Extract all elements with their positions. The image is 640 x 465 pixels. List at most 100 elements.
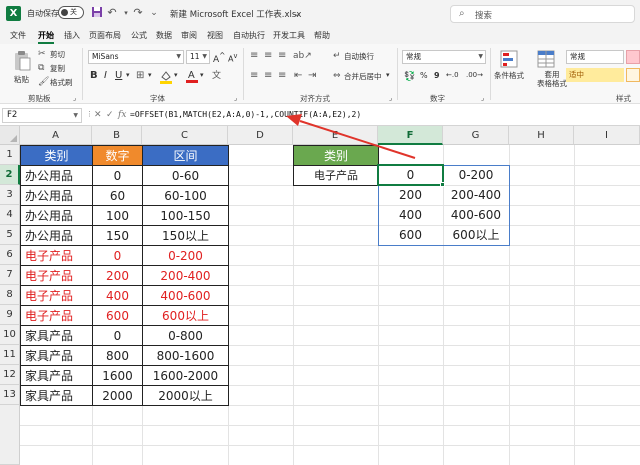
increase-font-icon[interactable]: A^ [213,51,225,65]
tab-home[interactable]: 开始 [38,30,54,44]
borders-icon[interactable]: ⊞ [136,70,144,82]
row-header[interactable]: 7 [0,265,20,285]
font-color-icon[interactable]: A [186,68,198,84]
font-name-select[interactable]: MiSans ▼ [88,50,184,64]
category-cell[interactable]: 办公用品 [20,185,93,206]
number-cell[interactable]: 200 [92,265,143,286]
row-header[interactable]: 3 [0,185,20,205]
category-cell[interactable]: 电子产品 [20,265,93,286]
align-bottom-icon[interactable]: ≡ [278,50,286,62]
number-cell[interactable]: 100 [92,205,143,226]
merge-center-icon[interactable]: ⇔ [333,70,341,82]
search-input[interactable]: ⌕ 搜索 [450,5,635,23]
number-cell[interactable]: 600 [92,305,143,326]
bold-icon[interactable]: B [90,70,98,81]
range-cell[interactable]: 800-1600 [142,345,229,366]
copy-icon[interactable]: ⧉ [38,62,44,74]
table-format-icon[interactable] [537,50,555,68]
alignment-launcher-icon[interactable]: ⌟ [389,92,392,104]
name-box[interactable]: F2 ▼ [2,108,82,123]
font-size-select[interactable]: 11 ▼ [186,50,210,64]
row-header[interactable]: 6 [0,245,20,265]
orientation-icon[interactable]: ab↗ [293,50,312,62]
currency-icon[interactable]: 💱 [404,71,415,83]
borders-dropdown-icon[interactable]: ▾ [148,71,152,79]
comma-style-icon[interactable]: 9 [434,71,440,80]
enter-icon[interactable]: ✓ [106,110,114,120]
align-right-icon[interactable]: ≡ [278,70,286,82]
font-color-dropdown-icon[interactable]: ▾ [200,71,204,79]
cut-button[interactable]: 剪切 [50,49,65,60]
row-header[interactable]: 4 [0,205,20,225]
italic-icon[interactable]: I [104,70,107,81]
increase-decimal-icon[interactable]: ←.0 [446,71,459,79]
category-cell[interactable]: 家具产品 [20,365,93,386]
range-cell[interactable]: 600以上 [142,305,229,326]
style-bad-cell[interactable] [626,50,640,64]
table-format-button[interactable]: 套用 表格格式 [537,70,567,88]
row-header[interactable]: 8 [0,285,20,305]
percent-icon[interactable]: % [420,71,428,80]
category-cell[interactable]: 办公用品 [20,205,93,226]
number-cell[interactable]: 2000 [92,385,143,406]
cut-icon[interactable]: ✂ [38,48,46,60]
row-header[interactable]: 12 [0,365,20,385]
clipboard-launcher-icon[interactable]: ⌟ [73,92,76,104]
tab-help[interactable]: 帮助 [314,30,330,41]
tab-formulas[interactable]: 公式 [131,30,147,41]
formula-input[interactable]: =OFFSET(B1,MATCH(E2,A:A,0)-1,,COUNTIF(A:… [130,110,361,119]
range-cell[interactable]: 400-600 [142,285,229,306]
paste-button[interactable]: 粘贴 [14,74,29,85]
range-cell[interactable]: 60-100 [142,185,229,206]
range-cell[interactable]: 0-800 [142,325,229,346]
tab-page-layout[interactable]: 页面布局 [89,30,121,41]
number-cell[interactable]: 150 [92,225,143,246]
tab-developer[interactable]: 开发工具 [273,30,305,41]
document-title[interactable]: 新建 Microsoft Excel 工作表.xlsx [170,8,301,20]
redo-icon[interactable]: ↷ [131,6,145,20]
style-neutral-cell[interactable]: 适中 [566,68,624,82]
increase-indent-icon[interactable]: ⇥ [308,70,316,82]
underline-icon[interactable]: U [115,70,122,81]
tab-file[interactable]: 文件 [10,30,26,41]
range-cell[interactable]: 2000以上 [142,385,229,406]
wrap-text-icon[interactable]: ↵ [333,50,341,62]
fill-color-icon[interactable] [160,70,172,84]
category-cell[interactable]: 电子产品 [20,305,93,326]
style-calc-cell[interactable] [626,68,640,82]
undo-icon[interactable]: ↶ [105,6,119,20]
row-header[interactable]: 5 [0,225,20,245]
number-cell[interactable]: 800 [92,345,143,366]
align-center-icon[interactable]: ≡ [264,70,272,82]
align-middle-icon[interactable]: ≡ [264,50,272,62]
range-cell[interactable]: 100-150 [142,205,229,226]
number-cell[interactable]: 0 [92,325,143,346]
format-painter-icon[interactable]: 🖌 [38,76,49,88]
category-cell[interactable]: 电子产品 [20,285,93,306]
number-cell[interactable]: 1600 [92,365,143,386]
range-cell[interactable]: 150以上 [142,225,229,246]
align-top-icon[interactable]: ≡ [250,50,258,62]
paste-icon[interactable] [12,50,32,72]
font-launcher-icon[interactable]: ⌟ [234,92,237,104]
number-cell[interactable]: 0 [92,245,143,266]
cancel-icon[interactable]: ✕ [94,110,102,120]
number-launcher-icon[interactable]: ⌟ [481,92,484,104]
chevron-down-icon[interactable]: ⌄ [290,7,304,21]
row-header[interactable]: 13 [0,385,20,405]
conditional-format-button[interactable]: 条件格式 [494,70,524,81]
tab-insert[interactable]: 插入 [64,30,80,41]
insert-function-icon[interactable]: fx [118,110,126,120]
range-cell[interactable]: 200-400 [142,265,229,286]
row-header[interactable]: 10 [0,325,20,345]
decrease-decimal-icon[interactable]: .00→ [466,71,483,79]
tab-data[interactable]: 数据 [156,30,172,41]
save-icon[interactable] [90,6,104,20]
format-painter-button[interactable]: 格式刷 [50,77,73,88]
number-cell[interactable]: 60 [92,185,143,206]
wrap-text-button[interactable]: 自动换行 [344,51,374,62]
category-cell[interactable]: 家具产品 [20,345,93,366]
row-header[interactable]: 11 [0,345,20,365]
range-cell[interactable]: 1600-2000 [142,365,229,386]
customize-quick-access-icon[interactable]: ⌄ [147,6,161,20]
